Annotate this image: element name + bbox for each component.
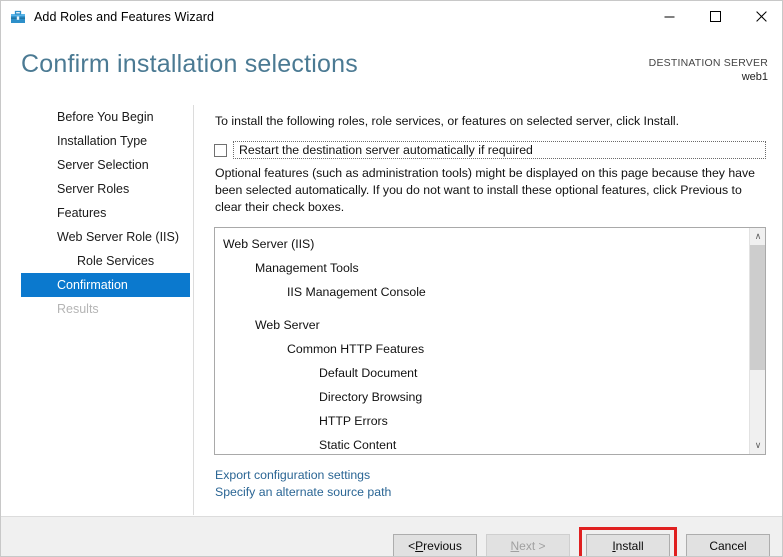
tree-scrollbar[interactable]: ∧ ∨ bbox=[749, 228, 765, 454]
link-specify-an-alternate-source-path[interactable]: Specify an alternate source path bbox=[215, 484, 391, 501]
scroll-down-arrow-icon[interactable]: ∨ bbox=[750, 437, 766, 454]
destination-server-block: DESTINATION SERVER web1 bbox=[649, 56, 768, 85]
sidebar-item-features[interactable]: Features bbox=[21, 201, 190, 225]
sidebar-item-label: Results bbox=[57, 302, 99, 316]
accelerator-key: P bbox=[415, 539, 423, 553]
tree-row: IIS Management Console bbox=[215, 280, 749, 304]
sidebar-item-confirmation[interactable]: Confirmation bbox=[21, 273, 190, 297]
cancel-button[interactable]: Cancel bbox=[686, 534, 770, 557]
previous-button[interactable]: < Previous bbox=[393, 534, 477, 557]
window-title: Add Roles and Features Wizard bbox=[34, 10, 214, 24]
destination-server-value: web1 bbox=[649, 70, 768, 85]
sidebar-item-results: Results bbox=[21, 297, 190, 321]
selected-features-listbox[interactable]: Web Server (IIS)Management ToolsIIS Mana… bbox=[214, 227, 766, 455]
page-title: Confirm installation selections bbox=[21, 50, 358, 79]
intro-instruction-text: To install the following roles, role ser… bbox=[215, 113, 765, 130]
sidebar-item-role-services[interactable]: Role Services bbox=[21, 249, 190, 273]
tree-row: Common HTTP Features bbox=[215, 337, 749, 361]
server-toolbox-icon bbox=[10, 9, 26, 25]
footer-button-group: < Previous Next > Install Cancel bbox=[384, 527, 770, 557]
sidebar-item-label: Server Roles bbox=[57, 182, 129, 196]
tree-row: HTTP Errors bbox=[215, 409, 749, 433]
tree-row: Management Tools bbox=[215, 256, 749, 280]
add-roles-features-wizard-window: Add Roles and Features Wizard Confirm in… bbox=[0, 0, 783, 557]
restart-checkbox-label[interactable]: Restart the destination server automatic… bbox=[233, 141, 766, 159]
wizard-navigation-sidebar: Before You Begin Installation Type Server … bbox=[1, 105, 194, 515]
sidebar-item-label: Installation Type bbox=[57, 134, 147, 148]
restart-checkbox-row[interactable]: Restart the destination server automatic… bbox=[214, 140, 766, 160]
next-button: Next > bbox=[486, 534, 570, 557]
maximize-button[interactable] bbox=[692, 1, 738, 32]
sidebar-item-label: Features bbox=[57, 206, 106, 220]
sidebar-item-label: Role Services bbox=[77, 254, 154, 268]
accelerator-key: I bbox=[612, 539, 615, 553]
window-controls bbox=[646, 1, 783, 32]
wizard-header: Confirm installation selections DESTINAT… bbox=[1, 32, 783, 98]
wizard-links: Export configuration settingsSpecify an … bbox=[215, 467, 391, 501]
sidebar-item-installation-type[interactable]: Installation Type bbox=[21, 129, 190, 153]
tree-row: Default Document bbox=[215, 361, 749, 385]
sidebar-item-before-you-begin[interactable]: Before You Begin bbox=[21, 105, 190, 129]
scrollbar-thumb[interactable] bbox=[750, 245, 766, 370]
optional-features-note: Optional features (such as administratio… bbox=[215, 165, 767, 216]
selected-features-tree: Web Server (IIS)Management ToolsIIS Mana… bbox=[215, 228, 749, 454]
minimize-button[interactable] bbox=[646, 1, 692, 32]
accelerator-key: N bbox=[510, 539, 519, 553]
sidebar-item-web-server-role-iis[interactable]: Web Server Role (IIS) bbox=[21, 225, 190, 249]
install-button[interactable]: Install bbox=[586, 534, 670, 557]
wizard-footer: < Previous Next > Install Cancel bbox=[1, 517, 783, 557]
tree-group-gap bbox=[215, 304, 749, 313]
wizard-content-pane: To install the following roles, role ser… bbox=[195, 105, 783, 515]
sidebar-item-server-roles[interactable]: Server Roles bbox=[21, 177, 190, 201]
close-button[interactable] bbox=[738, 1, 783, 32]
tree-row: Static Content bbox=[215, 433, 749, 454]
title-bar: Add Roles and Features Wizard bbox=[1, 1, 783, 32]
link-export-configuration-settings[interactable]: Export configuration settings bbox=[215, 467, 391, 484]
sidebar-item-server-selection[interactable]: Server Selection bbox=[21, 153, 190, 177]
scroll-up-arrow-icon[interactable]: ∧ bbox=[750, 228, 766, 245]
destination-server-label: DESTINATION SERVER bbox=[649, 56, 768, 70]
sidebar-item-label: Web Server Role (IIS) bbox=[57, 230, 179, 244]
tree-row: Directory Browsing bbox=[215, 385, 749, 409]
install-button-highlight-box: Install bbox=[579, 527, 677, 557]
restart-checkbox[interactable] bbox=[214, 144, 227, 157]
sidebar-item-label: Confirmation bbox=[57, 278, 128, 292]
sidebar-item-label: Before You Begin bbox=[57, 110, 154, 124]
sidebar-item-label: Server Selection bbox=[57, 158, 149, 172]
tree-row: Web Server (IIS) bbox=[215, 232, 749, 256]
tree-row: Web Server bbox=[215, 313, 749, 337]
